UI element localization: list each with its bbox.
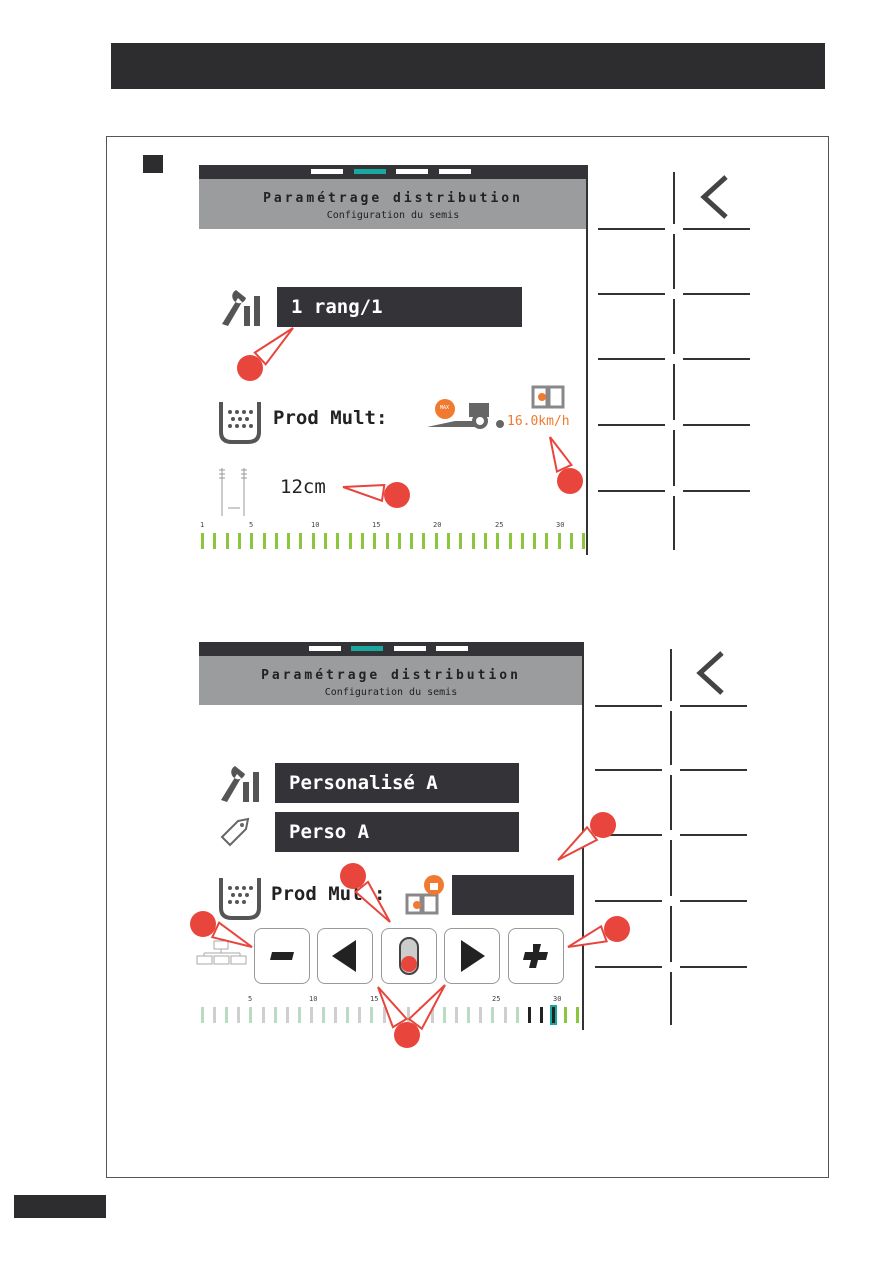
callout-marker [190, 911, 216, 937]
callout-pointer [377, 986, 409, 1029]
callout-pointer [549, 436, 574, 473]
callout-marker [557, 468, 583, 494]
callout-pointer [407, 984, 446, 1031]
callout-overlay [190, 327, 630, 1048]
callout-marker [590, 812, 616, 838]
callout-pointer [567, 924, 608, 948]
callout-marker [340, 863, 366, 889]
callout-pointer [557, 825, 599, 861]
callout-marker [237, 355, 263, 381]
callout-marker [394, 1022, 420, 1048]
callout-marker [384, 482, 410, 508]
callout-pointer [210, 921, 253, 948]
callout-pointer [353, 880, 391, 923]
callout-pointer [253, 327, 294, 366]
callout-pointer [342, 483, 386, 503]
callout-marker [604, 916, 630, 942]
